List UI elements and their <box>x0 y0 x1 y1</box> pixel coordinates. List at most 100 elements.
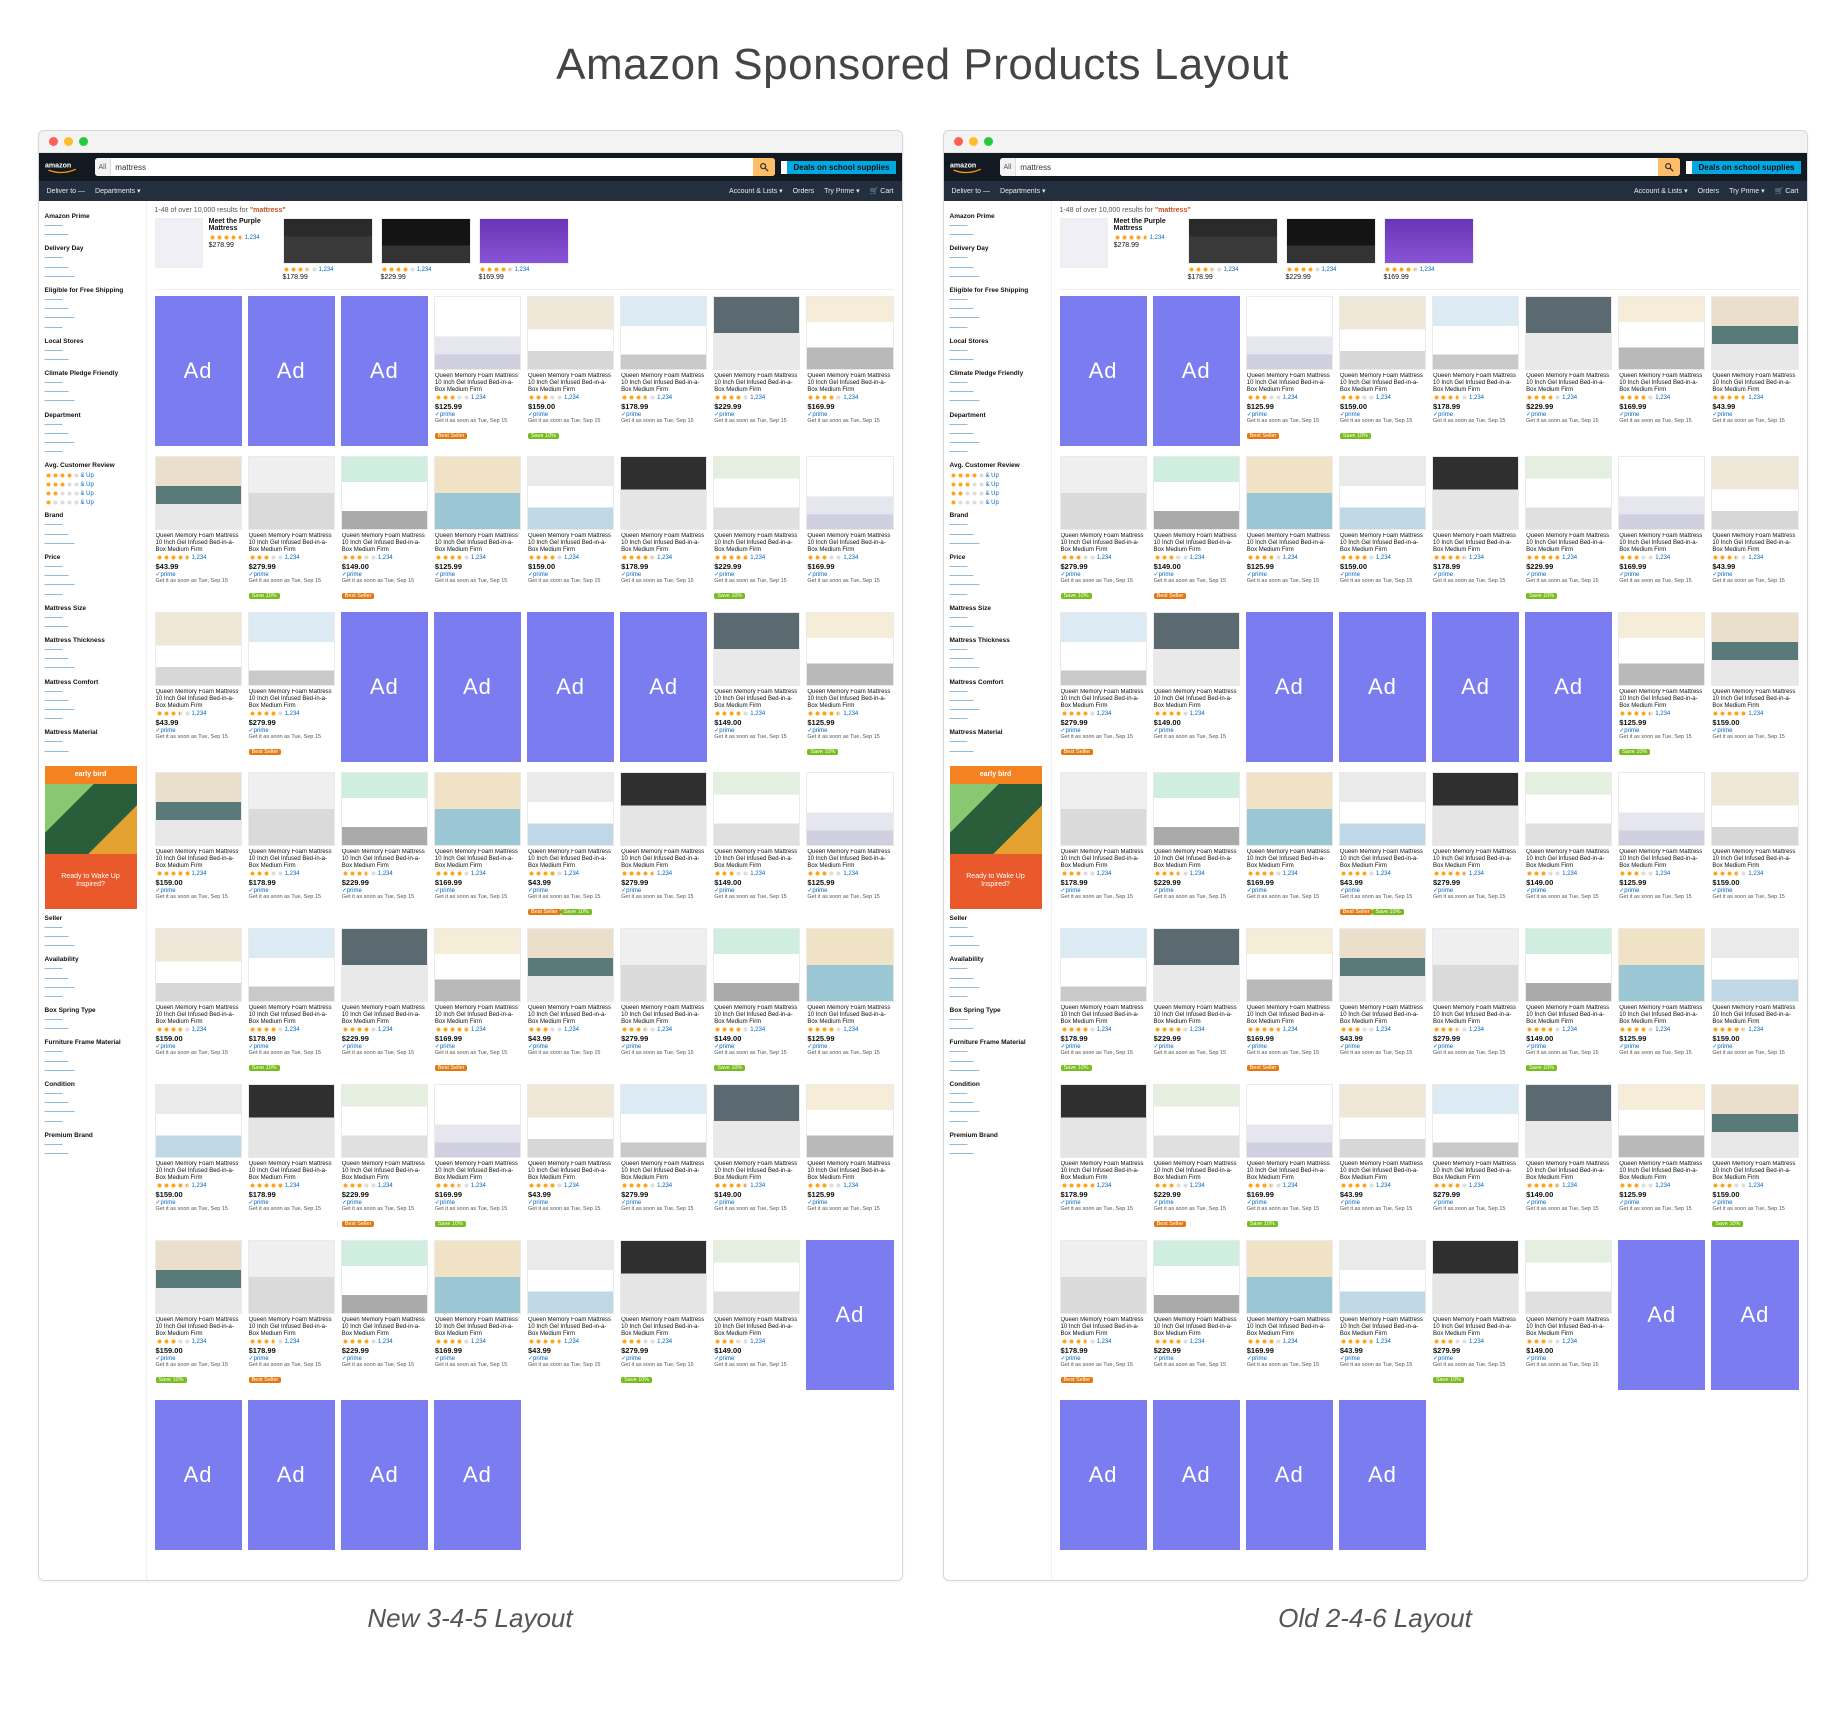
product-card[interactable]: Queen Memory Foam Mattress 10 Inch Gel I… <box>1711 928 1798 1074</box>
sidebar-filter-link[interactable]: ——— <box>950 449 1045 456</box>
sidebar-filter-link[interactable]: ———— <box>950 624 1045 631</box>
sponsored-ad-slot[interactable]: Ad <box>248 296 335 446</box>
product-card[interactable]: Queen Memory Foam Mattress 10 Inch Gel I… <box>527 928 614 1074</box>
sidebar-filter-link[interactable]: ——— <box>45 380 140 387</box>
sidebar-filter-link[interactable]: ————— <box>45 1068 140 1075</box>
sidebar-filter-link[interactable]: ———— <box>45 624 140 631</box>
sidebar-filter-link[interactable]: ———— <box>950 431 1045 438</box>
window-minimize-icon[interactable] <box>969 137 978 146</box>
sponsored-ad-slot[interactable]: Ad <box>1432 612 1519 762</box>
window-close-icon[interactable] <box>954 137 963 146</box>
review-filter[interactable]: & Up <box>950 472 1045 479</box>
sidebar-filter-link[interactable]: ——— <box>45 422 140 429</box>
nav-departments[interactable]: Departments ▾ <box>95 187 141 195</box>
sidebar-filter-link[interactable]: ——— <box>45 716 140 723</box>
product-card[interactable]: Queen Memory Foam Mattress 10 Inch Gel I… <box>806 456 893 602</box>
sponsored-ad-slot[interactable]: Ad <box>434 612 521 762</box>
sidebar-filter-link[interactable]: ———— <box>950 1026 1045 1033</box>
product-card[interactable]: Queen Memory Foam Mattress 10 Inch Gel I… <box>620 1240 707 1390</box>
sponsored-brand-product[interactable]: 1,234$229.99 <box>381 218 471 281</box>
sponsored-brand-product[interactable]: 1,234$229.99 <box>1286 218 1376 281</box>
product-card[interactable]: Queen Memory Foam Mattress 10 Inch Gel I… <box>1153 1084 1240 1230</box>
sidebar-filter-link[interactable]: ————— <box>950 1109 1045 1116</box>
sidebar-filter-link[interactable]: ——— <box>950 1119 1045 1126</box>
product-card[interactable]: Queen Memory Foam Mattress 10 Inch Gel I… <box>1339 296 1426 446</box>
product-card[interactable]: Queen Memory Foam Mattress 10 Inch Gel I… <box>1246 928 1333 1074</box>
sidebar-filter-link[interactable]: ———— <box>45 656 140 663</box>
product-card[interactable]: Queen Memory Foam Mattress 10 Inch Gel I… <box>1060 612 1147 762</box>
product-card[interactable]: Queen Memory Foam Mattress 10 Inch Gel I… <box>155 1084 242 1230</box>
sponsored-ad-slot[interactable]: Ad <box>341 296 428 446</box>
sidebar-filter-link[interactable]: ——— <box>950 223 1045 230</box>
product-card[interactable]: Queen Memory Foam Mattress 10 Inch Gel I… <box>527 1084 614 1230</box>
product-card[interactable]: Queen Memory Foam Mattress 10 Inch Gel I… <box>1711 612 1798 762</box>
product-card[interactable]: Queen Memory Foam Mattress 10 Inch Gel I… <box>1060 1240 1147 1390</box>
product-card[interactable]: Queen Memory Foam Mattress 10 Inch Gel I… <box>341 1084 428 1230</box>
product-card[interactable]: Queen Memory Foam Mattress 10 Inch Gel I… <box>155 928 242 1074</box>
product-card[interactable]: Queen Memory Foam Mattress 10 Inch Gel I… <box>434 928 521 1074</box>
sidebar-filter-link[interactable]: ——— <box>950 1049 1045 1056</box>
product-card[interactable]: Queen Memory Foam Mattress 10 Inch Gel I… <box>1153 612 1240 762</box>
product-card[interactable]: Queen Memory Foam Mattress 10 Inch Gel I… <box>1060 456 1147 602</box>
product-card[interactable]: Queen Memory Foam Mattress 10 Inch Gel I… <box>713 1084 800 1230</box>
sidebar-filter-link[interactable]: ————— <box>45 1109 140 1116</box>
product-card[interactable]: Queen Memory Foam Mattress 10 Inch Gel I… <box>1525 772 1612 918</box>
product-card[interactable]: Queen Memory Foam Mattress 10 Inch Gel I… <box>713 296 800 446</box>
sidebar-filter-link[interactable]: ————— <box>950 707 1045 714</box>
nav-cart[interactable]: 🛒 Cart <box>1775 187 1799 195</box>
product-card[interactable]: Queen Memory Foam Mattress 10 Inch Gel I… <box>1246 456 1333 602</box>
sidebar-filter-link[interactable]: ——— <box>45 1049 140 1056</box>
sidebar-filter-link[interactable]: ———— <box>45 976 140 983</box>
sidebar-filter-link[interactable]: ———— <box>950 698 1045 705</box>
sidebar-filter-link[interactable]: ———— <box>45 1100 140 1107</box>
product-card[interactable]: Queen Memory Foam Mattress 10 Inch Gel I… <box>434 1240 521 1390</box>
product-card[interactable]: Queen Memory Foam Mattress 10 Inch Gel I… <box>620 456 707 602</box>
sidebar-filter-link[interactable]: ——— <box>950 380 1045 387</box>
sponsored-ad-slot[interactable]: Ad <box>155 296 242 446</box>
sidebar-display-ad[interactable]: early birdReady to Wake Up Inspired? <box>950 766 1042 909</box>
product-card[interactable]: Queen Memory Foam Mattress 10 Inch Gel I… <box>248 1084 335 1230</box>
sidebar-filter-link[interactable]: ————— <box>45 440 140 447</box>
nav-try-prime[interactable]: Try Prime ▾ <box>1729 187 1765 195</box>
sidebar-filter-link[interactable]: ——— <box>45 1017 140 1024</box>
product-card[interactable]: Queen Memory Foam Mattress 10 Inch Gel I… <box>434 772 521 918</box>
sponsored-ad-slot[interactable]: Ad <box>1339 612 1426 762</box>
product-card[interactable]: Queen Memory Foam Mattress 10 Inch Gel I… <box>1525 456 1612 602</box>
sidebar-filter-link[interactable]: ——— <box>45 739 140 746</box>
sponsored-ad-slot[interactable]: Ad <box>1711 1240 1798 1390</box>
deals-banner[interactable]: Deals on school supplies <box>1686 161 1800 174</box>
sidebar-filter-link[interactable]: ————— <box>45 985 140 992</box>
sidebar-filter-link[interactable]: ———— <box>950 749 1045 756</box>
sidebar-filter-link[interactable]: ——— <box>950 522 1045 529</box>
window-zoom-icon[interactable] <box>79 137 88 146</box>
sidebar-filter-link[interactable]: ——— <box>950 925 1045 932</box>
sidebar-filter-link[interactable]: ——— <box>45 255 140 262</box>
sidebar-filter-link[interactable]: ———— <box>950 232 1045 239</box>
sponsored-brand-product[interactable]: 1,234$169.99 <box>1384 218 1474 281</box>
review-filter[interactable]: & Up <box>950 481 1045 488</box>
sidebar-filter-link[interactable]: ——— <box>45 1119 140 1126</box>
review-filter[interactable]: & Up <box>45 490 140 497</box>
sidebar-filter-link[interactable]: ——— <box>950 255 1045 262</box>
product-card[interactable]: Queen Memory Foam Mattress 10 Inch Gel I… <box>1432 772 1519 918</box>
sponsored-ad-slot[interactable]: Ad <box>806 1240 893 1390</box>
sidebar-filter-link[interactable]: ——— <box>45 994 140 1001</box>
product-card[interactable]: Queen Memory Foam Mattress 10 Inch Gel I… <box>806 928 893 1074</box>
sponsored-ad-slot[interactable]: Ad <box>155 1400 242 1550</box>
product-card[interactable]: Queen Memory Foam Mattress 10 Inch Gel I… <box>1153 1240 1240 1390</box>
product-card[interactable]: Queen Memory Foam Mattress 10 Inch Gel I… <box>1432 296 1519 446</box>
product-card[interactable]: Queen Memory Foam Mattress 10 Inch Gel I… <box>1525 296 1612 446</box>
search-category-select[interactable]: All <box>1000 158 1017 176</box>
sidebar-filter-link[interactable]: ——— <box>950 966 1045 973</box>
sidebar-filter-link[interactable]: ——— <box>950 1017 1045 1024</box>
search-input[interactable]: mattress <box>1016 158 1658 176</box>
sidebar-filter-link[interactable]: ——— <box>45 647 140 654</box>
product-card[interactable]: Queen Memory Foam Mattress 10 Inch Gel I… <box>248 456 335 602</box>
product-card[interactable]: Queen Memory Foam Mattress 10 Inch Gel I… <box>806 772 893 918</box>
sidebar-filter-link[interactable]: ———— <box>950 976 1045 983</box>
product-card[interactable]: Queen Memory Foam Mattress 10 Inch Gel I… <box>1153 928 1240 1074</box>
sidebar-filter-link[interactable]: ————— <box>950 943 1045 950</box>
sidebar-filter-link[interactable]: ———— <box>950 265 1045 272</box>
product-card[interactable]: Queen Memory Foam Mattress 10 Inch Gel I… <box>713 928 800 1074</box>
sidebar-filter-link[interactable]: ——— <box>950 994 1045 1001</box>
